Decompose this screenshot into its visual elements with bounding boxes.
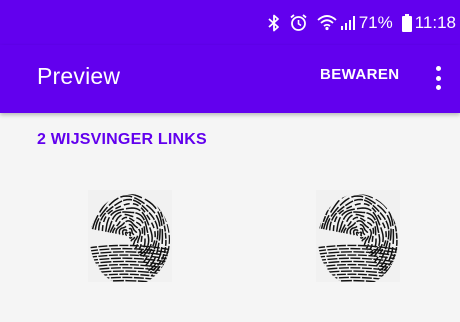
app-bar: Preview BEWAREN: [0, 45, 460, 113]
signal-icon: [340, 15, 356, 31]
battery-percent: 71%: [358, 12, 393, 32]
section-title: 2 WIJSVINGER LINKS: [37, 131, 207, 148]
fingerprint-image: [316, 190, 400, 282]
battery-icon: [401, 13, 412, 32]
fingerprint-image: [88, 190, 172, 282]
page-title: Preview: [37, 63, 121, 89]
clock: 11:18: [414, 12, 456, 32]
bluetooth-icon: [268, 14, 280, 32]
status-bar: 71% 11:18: [0, 0, 460, 45]
save-button[interactable]: BEWAREN: [320, 66, 399, 83]
more-vert-icon[interactable]: [430, 63, 446, 93]
wifi-icon: [317, 14, 337, 31]
alarm-icon: [289, 13, 308, 32]
